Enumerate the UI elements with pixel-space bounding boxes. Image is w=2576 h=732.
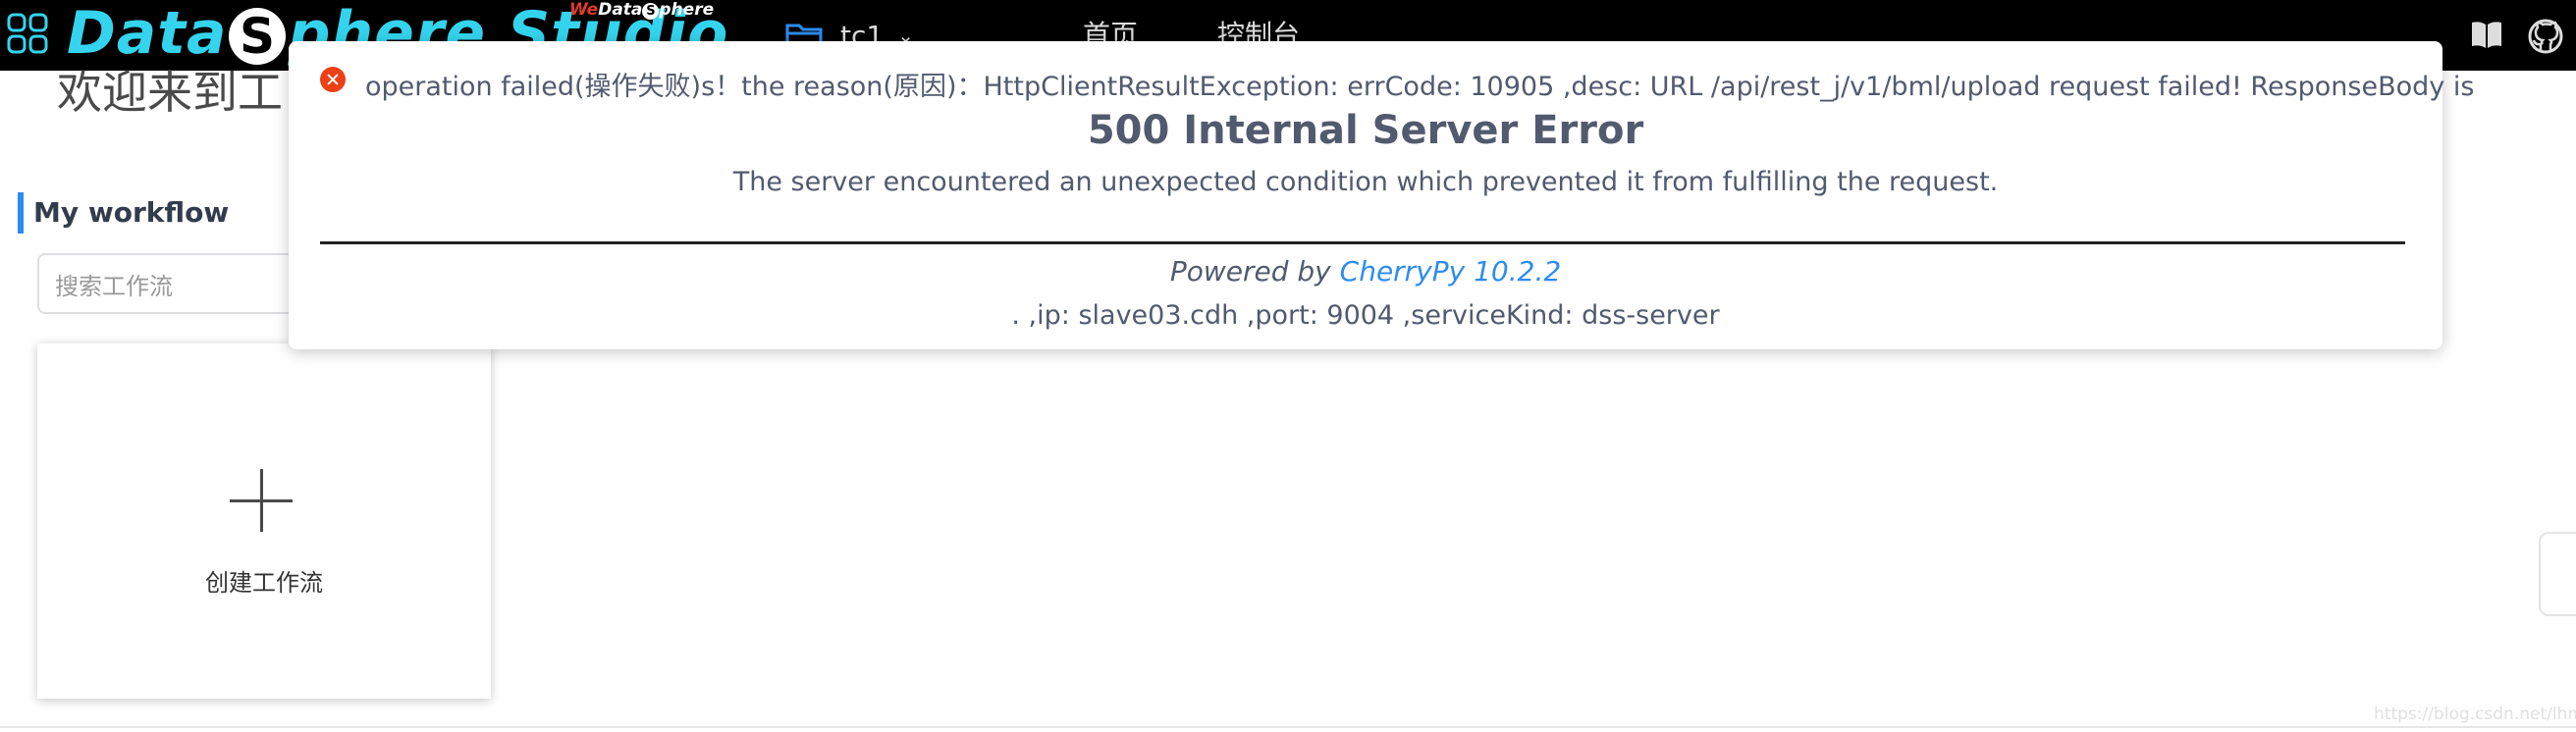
search-placeholder: 搜索工作流 — [55, 272, 173, 300]
powered-by: Powered by CherryPy 10.2.2 — [1169, 255, 1562, 288]
error-message: operation failed(操作失败)s！the reason(原因)：H… — [289, 41, 2474, 349]
wedatasphere-logo: WeData Sphere — [569, 0, 715, 20]
section-title: My workflow — [33, 196, 230, 229]
error-divider — [320, 241, 2405, 244]
section-accent-bar — [18, 192, 24, 234]
create-workflow-card[interactable]: 创建工作流 — [37, 343, 491, 699]
plus-icon — [230, 469, 293, 532]
welcome-title: 欢迎来到工 — [57, 66, 283, 119]
error-heading: 500 Internal Server Error — [1087, 108, 1644, 153]
side-panel-tab[interactable] — [2539, 532, 2576, 616]
github-icon[interactable] — [2527, 18, 2564, 55]
cherrypy-link[interactable]: CherryPy 10.2.2 — [1340, 255, 1562, 288]
create-workflow-label: 创建工作流 — [205, 569, 323, 597]
error-server-info: . ,ip: slave03.cdh ,port: 9004 ,serviceK… — [1011, 300, 1720, 331]
error-reason-text: operation failed(操作失败)s！the reason(原因)：H… — [365, 72, 2475, 102]
error-close-circle-icon — [320, 67, 346, 92]
bottom-divider — [0, 726, 2576, 728]
book-icon[interactable] — [2470, 20, 2503, 49]
workflow-search-input[interactable]: 搜索工作流 — [37, 253, 332, 314]
apps-grid-icon[interactable] — [6, 12, 49, 55]
watermark: https://blog.csdn.net/lhmoo — [2374, 705, 2576, 724]
error-description: The server encountered an unexpected con… — [732, 167, 1999, 197]
